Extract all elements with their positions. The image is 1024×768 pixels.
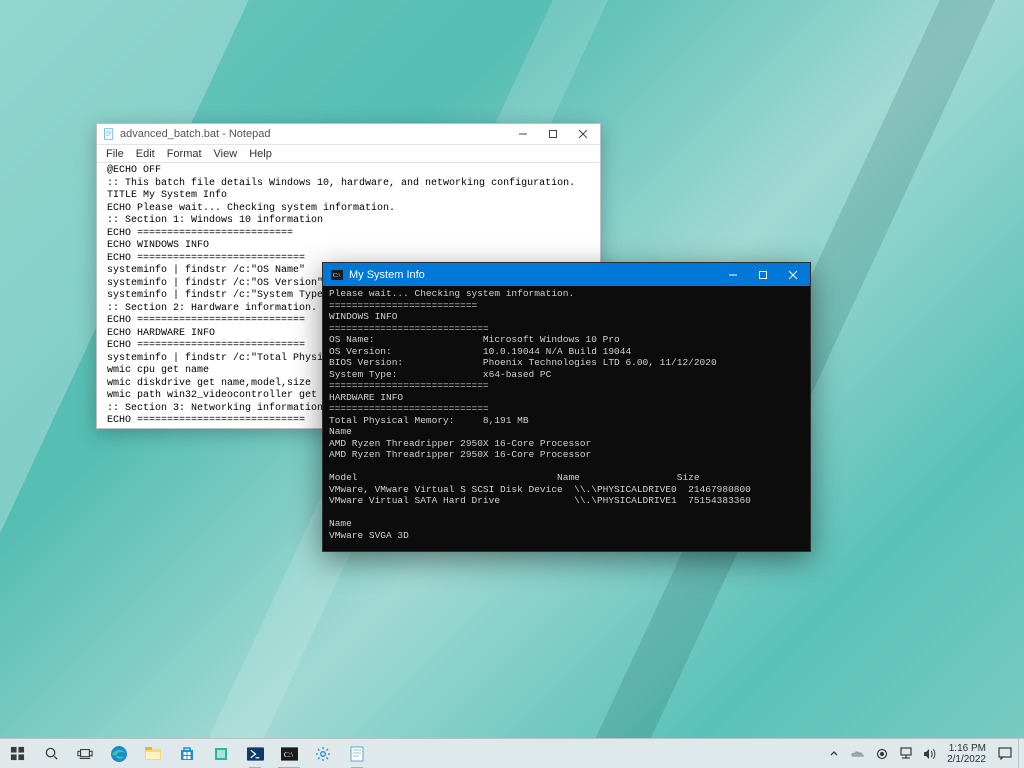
cmd-window: C:\ My System Info Please wait... Checki… (322, 262, 811, 552)
cmd-titlebar[interactable]: C:\ My System Info (323, 263, 810, 286)
menu-help[interactable]: Help (244, 147, 277, 161)
menu-edit[interactable]: Edit (131, 147, 160, 161)
window-controls (718, 264, 808, 286)
minimize-button[interactable] (718, 264, 748, 286)
cmd-title: My System Info (349, 269, 718, 281)
taskbar-app-generic-1[interactable] (204, 739, 238, 768)
taskbar-clock[interactable]: 1:16 PM 2/1/2022 (943, 739, 992, 768)
taskbar-left: C:\ (0, 739, 374, 768)
taskbar-app-powershell[interactable] (238, 739, 272, 768)
menu-format[interactable]: Format (162, 147, 207, 161)
taskbar-app-store[interactable] (170, 739, 204, 768)
action-center-button[interactable] (992, 739, 1018, 768)
notepad-icon (103, 128, 115, 140)
tray-volume-icon[interactable] (922, 746, 937, 761)
taskbar-app-notepad[interactable] (340, 739, 374, 768)
menu-view[interactable]: View (209, 147, 243, 161)
tray-onedrive-icon[interactable] (850, 746, 865, 761)
taskbar-app-edge[interactable] (102, 739, 136, 768)
cmd-icon: C:\ (330, 268, 343, 281)
task-view-button[interactable] (68, 739, 102, 768)
tray-chevron-up-icon[interactable] (826, 746, 841, 761)
clock-time: 1:16 PM (949, 743, 986, 754)
cmd-content: Please wait... Checking system informati… (329, 288, 751, 551)
close-button[interactable] (568, 124, 598, 144)
window-controls (508, 124, 598, 144)
taskbar-app-settings[interactable] (306, 739, 340, 768)
start-button[interactable] (0, 739, 34, 768)
maximize-button[interactable] (748, 264, 778, 286)
taskbar-app-explorer[interactable] (136, 739, 170, 768)
system-tray (822, 739, 943, 768)
menu-file[interactable]: File (101, 147, 129, 161)
taskbar: C:\ 1:16 PM 2/1/2022 (0, 738, 1024, 768)
search-button[interactable] (34, 739, 68, 768)
maximize-button[interactable] (538, 124, 568, 144)
tray-location-icon[interactable] (874, 746, 889, 761)
taskbar-app-cmd[interactable]: C:\ (272, 739, 306, 768)
minimize-button[interactable] (508, 124, 538, 144)
notepad-titlebar[interactable]: advanced_batch.bat - Notepad (97, 124, 600, 145)
close-button[interactable] (778, 264, 808, 286)
show-desktop-button[interactable] (1018, 739, 1024, 768)
svg-text:C:\: C:\ (283, 749, 293, 758)
clock-date: 2/1/2022 (947, 754, 986, 765)
notepad-title: advanced_batch.bat - Notepad (120, 128, 508, 140)
svg-text:C:\: C:\ (333, 273, 341, 279)
notepad-menubar: File Edit Format View Help (97, 145, 600, 163)
cmd-output[interactable]: Please wait... Checking system informati… (323, 286, 810, 551)
taskbar-spacer (374, 739, 822, 768)
tray-network-icon[interactable] (898, 746, 913, 761)
